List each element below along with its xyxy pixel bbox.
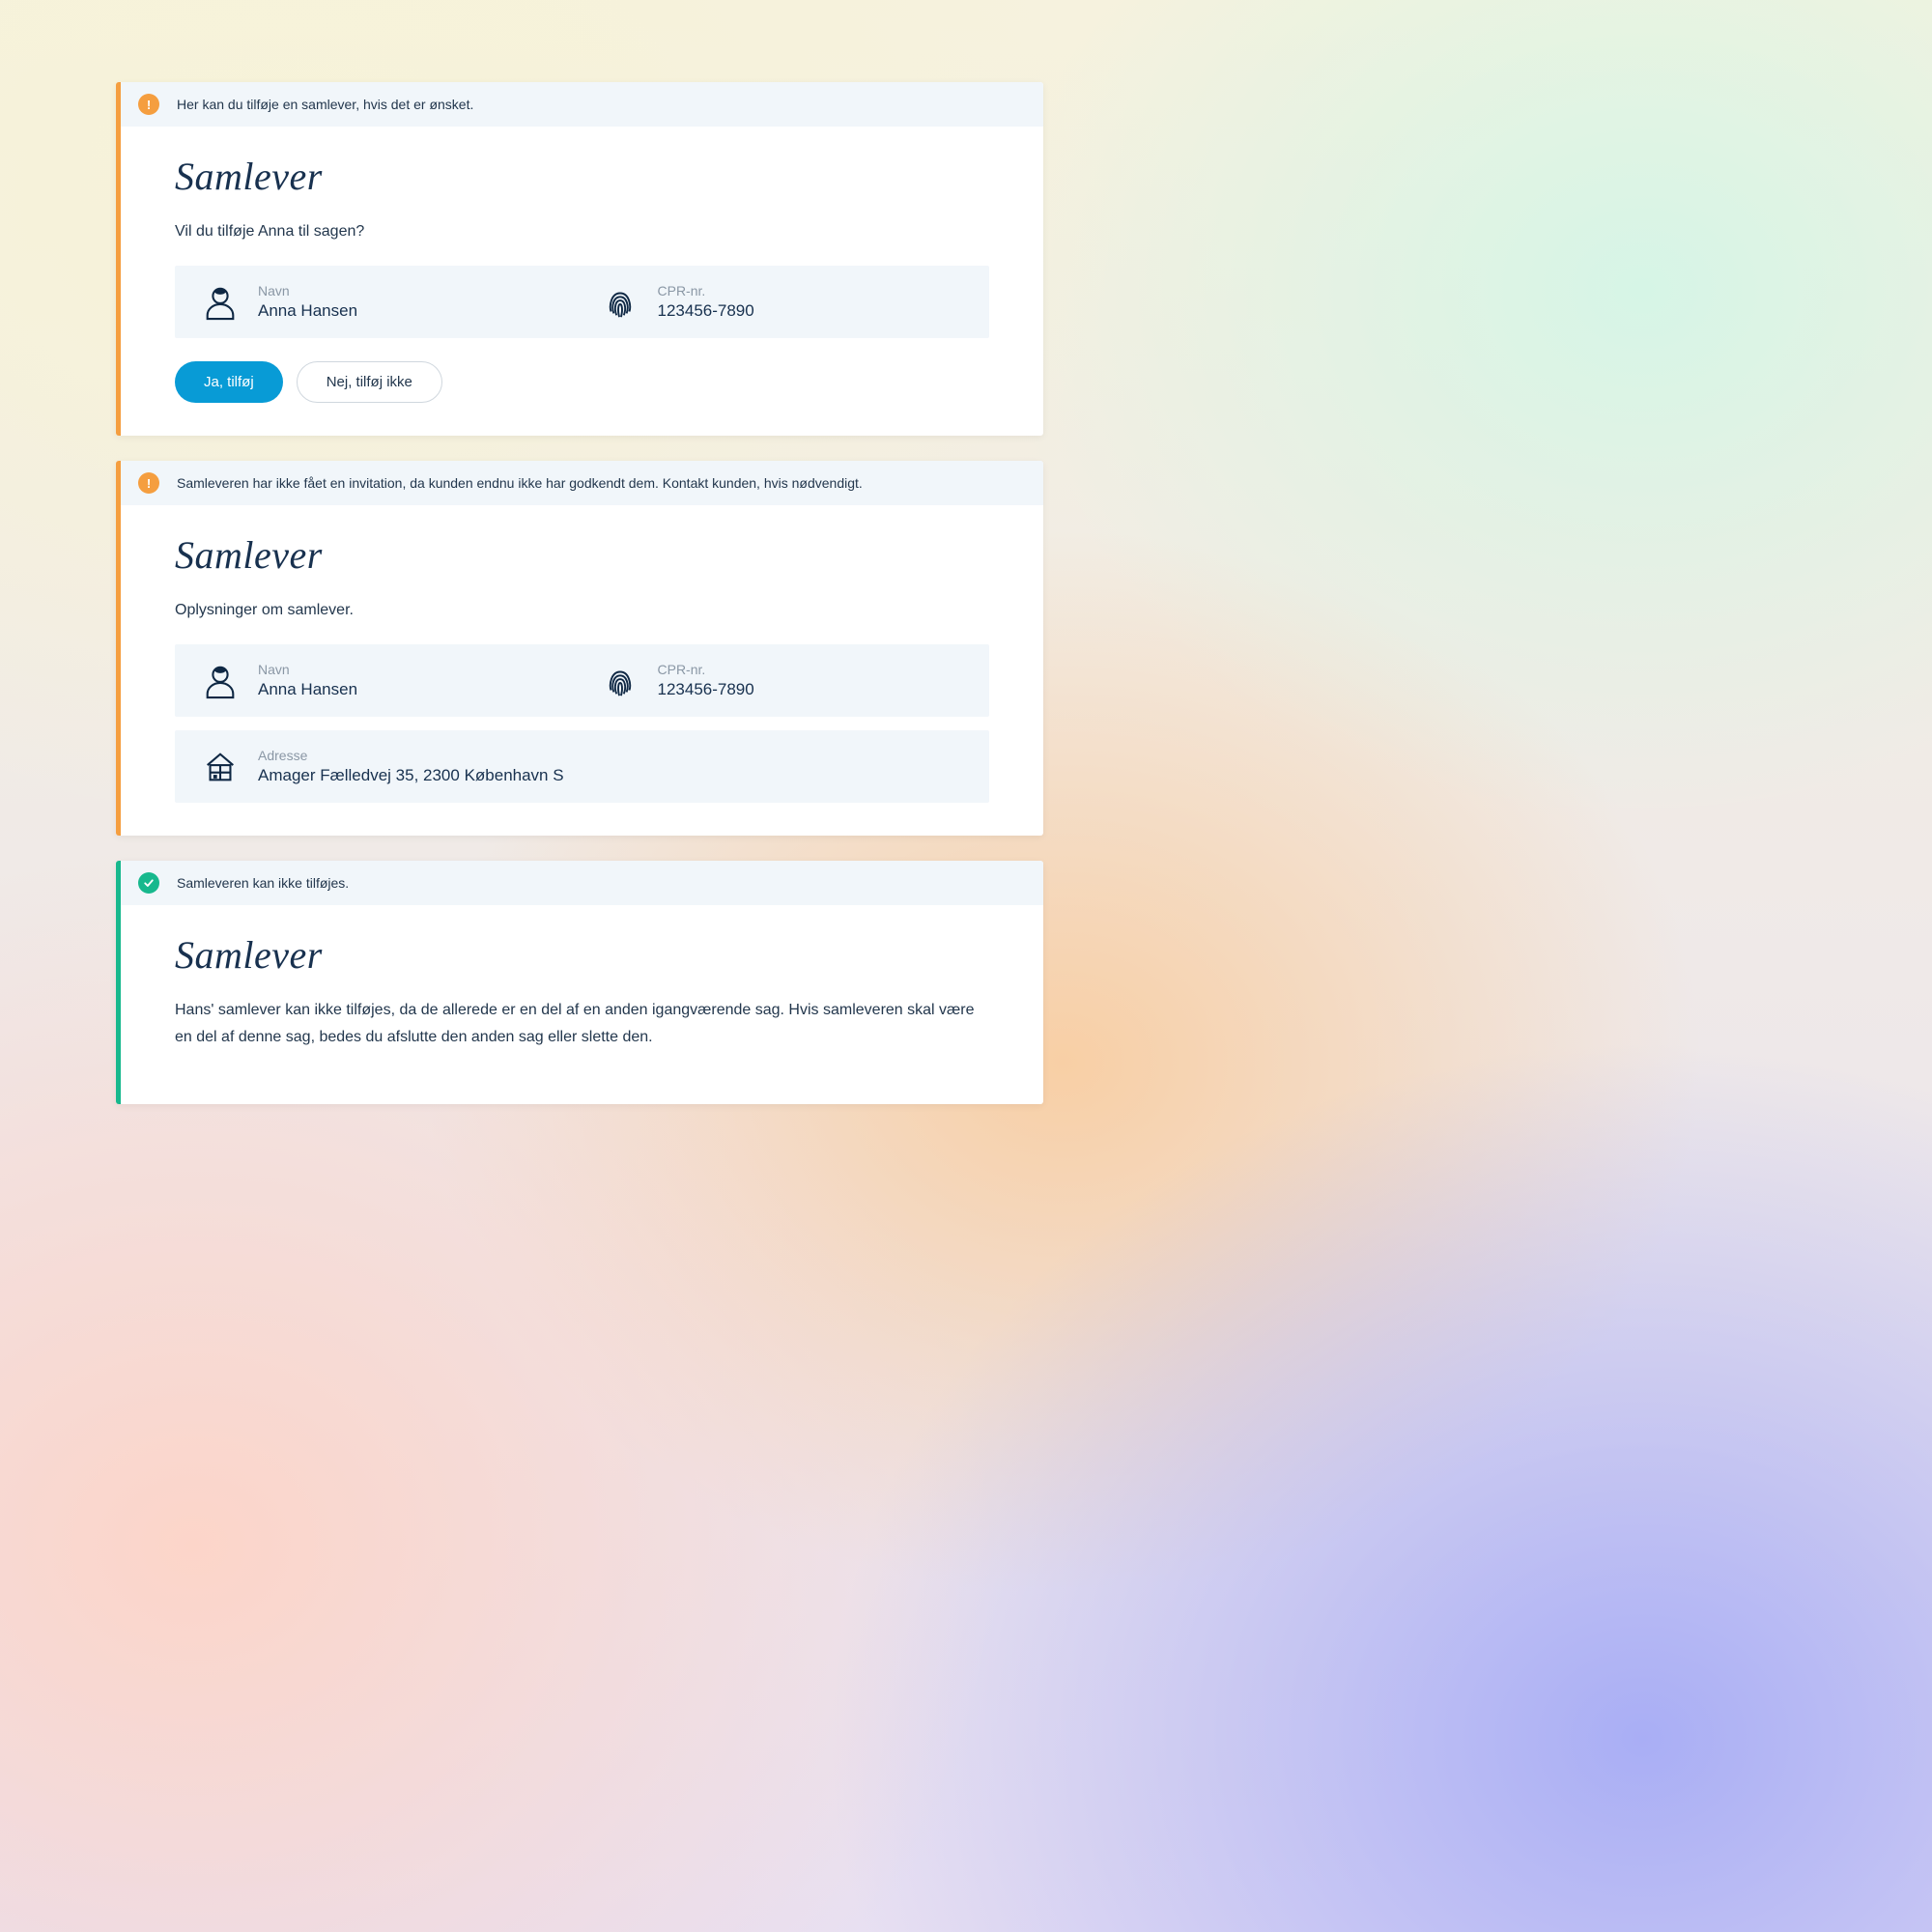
card-title: Samlever <box>175 932 989 978</box>
action-row: Ja, tilføj Nej, tilføj ikke <box>175 361 989 403</box>
info-text: CPR-nr. 123456-7890 <box>658 662 754 699</box>
check-icon <box>138 872 159 894</box>
alert-text: Samleveren kan ikke tilføjes. <box>177 875 349 891</box>
alert-icon: ! <box>138 472 159 494</box>
info-address: Adresse Amager Fælledvej 35, 2300 Københ… <box>202 748 962 785</box>
alert-icon: ! <box>138 94 159 115</box>
info-text: Navn Anna Hansen <box>258 662 357 699</box>
samlever-card-blocked: Samleveren kan ikke tilføjes. Samlever H… <box>116 861 1043 1103</box>
info-row: Navn Anna Hansen CPR-nr. 123456-7890 <box>175 644 989 717</box>
info-text: Navn Anna Hansen <box>258 283 357 321</box>
card-title: Samlever <box>175 154 989 199</box>
info-cpr: CPR-nr. 123456-7890 <box>602 662 963 699</box>
card-body: Samlever Oplysninger om samlever. Navn A… <box>121 505 1043 836</box>
cpr-value: 123456-7890 <box>658 680 754 699</box>
name-label: Navn <box>258 662 357 677</box>
info-name: Navn Anna Hansen <box>202 662 563 699</box>
info-text: CPR-nr. 123456-7890 <box>658 283 754 321</box>
house-icon <box>202 749 239 785</box>
alert-text: Her kan du tilføje en samlever, hvis det… <box>177 97 473 112</box>
card-subtitle: Hans' samlever kan ikke tilføjes, da de … <box>175 997 989 1049</box>
name-value: Anna Hansen <box>258 301 357 321</box>
card-body: Samlever Vil du tilføje Anna til sagen? … <box>121 127 1043 436</box>
cpr-value: 123456-7890 <box>658 301 754 321</box>
card-body: Samlever Hans' samlever kan ikke tilføje… <box>121 905 1043 1103</box>
no-add-button[interactable]: Nej, tilføj ikke <box>297 361 442 403</box>
info-row-address: Adresse Amager Fælledvej 35, 2300 Københ… <box>175 730 989 803</box>
alert-bar: ! Samleveren har ikke fået en invitation… <box>121 461 1043 505</box>
fingerprint-icon <box>602 284 639 321</box>
info-name: Navn Anna Hansen <box>202 283 563 321</box>
alert-text: Samleveren har ikke fået en invitation, … <box>177 475 863 491</box>
samlever-card-add: ! Her kan du tilføje en samlever, hvis d… <box>116 82 1043 436</box>
card-title: Samlever <box>175 532 989 578</box>
address-label: Adresse <box>258 748 564 763</box>
fingerprint-icon <box>602 663 639 699</box>
address-value: Amager Fælledvej 35, 2300 København S <box>258 766 564 785</box>
alert-bar: ! Her kan du tilføje en samlever, hvis d… <box>121 82 1043 127</box>
alert-bar: Samleveren kan ikke tilføjes. <box>121 861 1043 905</box>
person-icon <box>202 663 239 699</box>
info-cpr: CPR-nr. 123456-7890 <box>602 283 963 321</box>
card-subtitle: Oplysninger om samlever. <box>175 597 989 623</box>
yes-add-button[interactable]: Ja, tilføj <box>175 361 283 403</box>
person-icon <box>202 284 239 321</box>
samlever-card-info: ! Samleveren har ikke fået en invitation… <box>116 461 1043 836</box>
card-subtitle: Vil du tilføje Anna til sagen? <box>175 218 989 244</box>
info-row: Navn Anna Hansen CPR-nr. 123456-7890 <box>175 266 989 338</box>
cpr-label: CPR-nr. <box>658 662 754 677</box>
cpr-label: CPR-nr. <box>658 283 754 298</box>
name-value: Anna Hansen <box>258 680 357 699</box>
info-text: Adresse Amager Fælledvej 35, 2300 Københ… <box>258 748 564 785</box>
name-label: Navn <box>258 283 357 298</box>
